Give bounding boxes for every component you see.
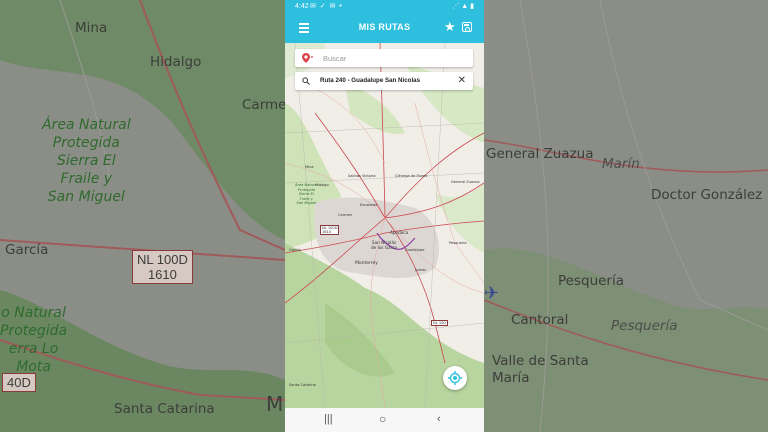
- map-view[interactable]: Área Natural Protegida Sierra El Fraile …: [285, 43, 484, 408]
- android-nav-bar: ||| ○ ‹: [285, 408, 484, 432]
- save-icon[interactable]: [462, 22, 472, 32]
- system-icons: ⋰ ▲ ▮: [452, 3, 474, 10]
- bg-label-mina: Mina: [75, 20, 108, 36]
- my-location-button[interactable]: [443, 366, 467, 390]
- bg-label-hidalgo: Hidalgo: [150, 54, 202, 70]
- recent-apps-icon[interactable]: |||: [324, 413, 333, 425]
- bg-label-area2: o Natural Protegida erra Lo Mota: [0, 305, 68, 375]
- search-icon: [302, 77, 310, 85]
- map-label-escobedo: Escobedo: [360, 203, 378, 207]
- bg-label-m: M: [266, 392, 284, 416]
- map-label-hidalgo: Hidalgo: [315, 183, 329, 187]
- bg-label-pesqueria: Pesquería: [558, 273, 625, 289]
- search-bar[interactable]: Buscar: [295, 49, 473, 67]
- bg-label-area: Área Natural Protegida Sierra El Fraile …: [42, 117, 131, 205]
- close-icon[interactable]: ✕: [458, 75, 466, 87]
- bg-airport-icon: ✈: [484, 283, 500, 304]
- phone-screen: 4:42 ✉ ✓ ✉ • ⋰ ▲ ▮ MIS RUTAS ★ Área Natu…: [285, 0, 484, 432]
- map-road-shield-2: NL 100: [431, 320, 448, 326]
- bg-label-marin: Marín: [602, 156, 640, 172]
- map-road-shield: NL 100D 1610: [320, 225, 340, 235]
- status-bar: 4:42 ✉ ✓ ✉ • ⋰ ▲ ▮: [285, 0, 484, 14]
- map-label-guadalupe: Guadalupe: [405, 248, 425, 252]
- map-label-salinas: Salinas Victoria: [348, 174, 376, 178]
- bg-label-santa-catarina: Santa Catarina: [114, 401, 215, 417]
- map-label-juarez: Juárez: [415, 268, 427, 272]
- map-label-santa-catarina: Santa Catarina: [289, 383, 316, 387]
- map-label-garcia: García: [289, 248, 301, 252]
- route-field[interactable]: Ruta 240 - Guadalupe San Nicolas ✕: [295, 72, 473, 90]
- star-icon[interactable]: ★: [444, 19, 456, 35]
- bg-label-carmen: Carme: [242, 97, 287, 113]
- bg-label-valle: Valle de Santa María: [492, 353, 589, 386]
- map-label-general-zuazua: General Zuazua: [451, 180, 480, 184]
- search-input[interactable]: Buscar: [323, 54, 346, 63]
- status-time: 4:42: [295, 3, 309, 10]
- home-icon[interactable]: ○: [379, 412, 386, 426]
- app-bar: MIS RUTAS ★: [285, 14, 484, 43]
- map-label-mina: Mina: [305, 165, 314, 169]
- bg-label-doctor-gonzalez: Doctor González: [651, 187, 763, 203]
- map-label-pesqueria: Pesquería: [449, 241, 467, 245]
- map-label-apodaca: Apodaca: [390, 230, 409, 235]
- map-graphics: [285, 43, 484, 408]
- map-label-carmen: Carmen: [338, 213, 353, 217]
- my-location-icon: [448, 371, 462, 385]
- bg-label-pesqueria-river: Pesquería: [611, 318, 678, 334]
- route-label: Ruta 240 - Guadalupe San Nicolas: [320, 77, 421, 84]
- bg-road-shield-2: 40D: [2, 373, 36, 392]
- bg-label-garcia: García: [5, 242, 49, 258]
- notification-icons: ✉ ✓ ✉ •: [310, 3, 343, 10]
- map-pin-icon: [302, 53, 313, 63]
- map-label-cienega: Ciénega de Flores: [395, 174, 428, 178]
- bg-road-shield: NL 100D 1610: [132, 250, 193, 284]
- bg-label-cantoral: Cantoral: [511, 312, 569, 328]
- back-icon[interactable]: ‹: [437, 413, 441, 425]
- bg-label-general-zuazua: General Zuazua: [486, 146, 594, 162]
- map-label-san-nicolas: San Nicolás de los Garza: [371, 240, 398, 250]
- map-label-monterrey: Monterrey: [355, 261, 378, 266]
